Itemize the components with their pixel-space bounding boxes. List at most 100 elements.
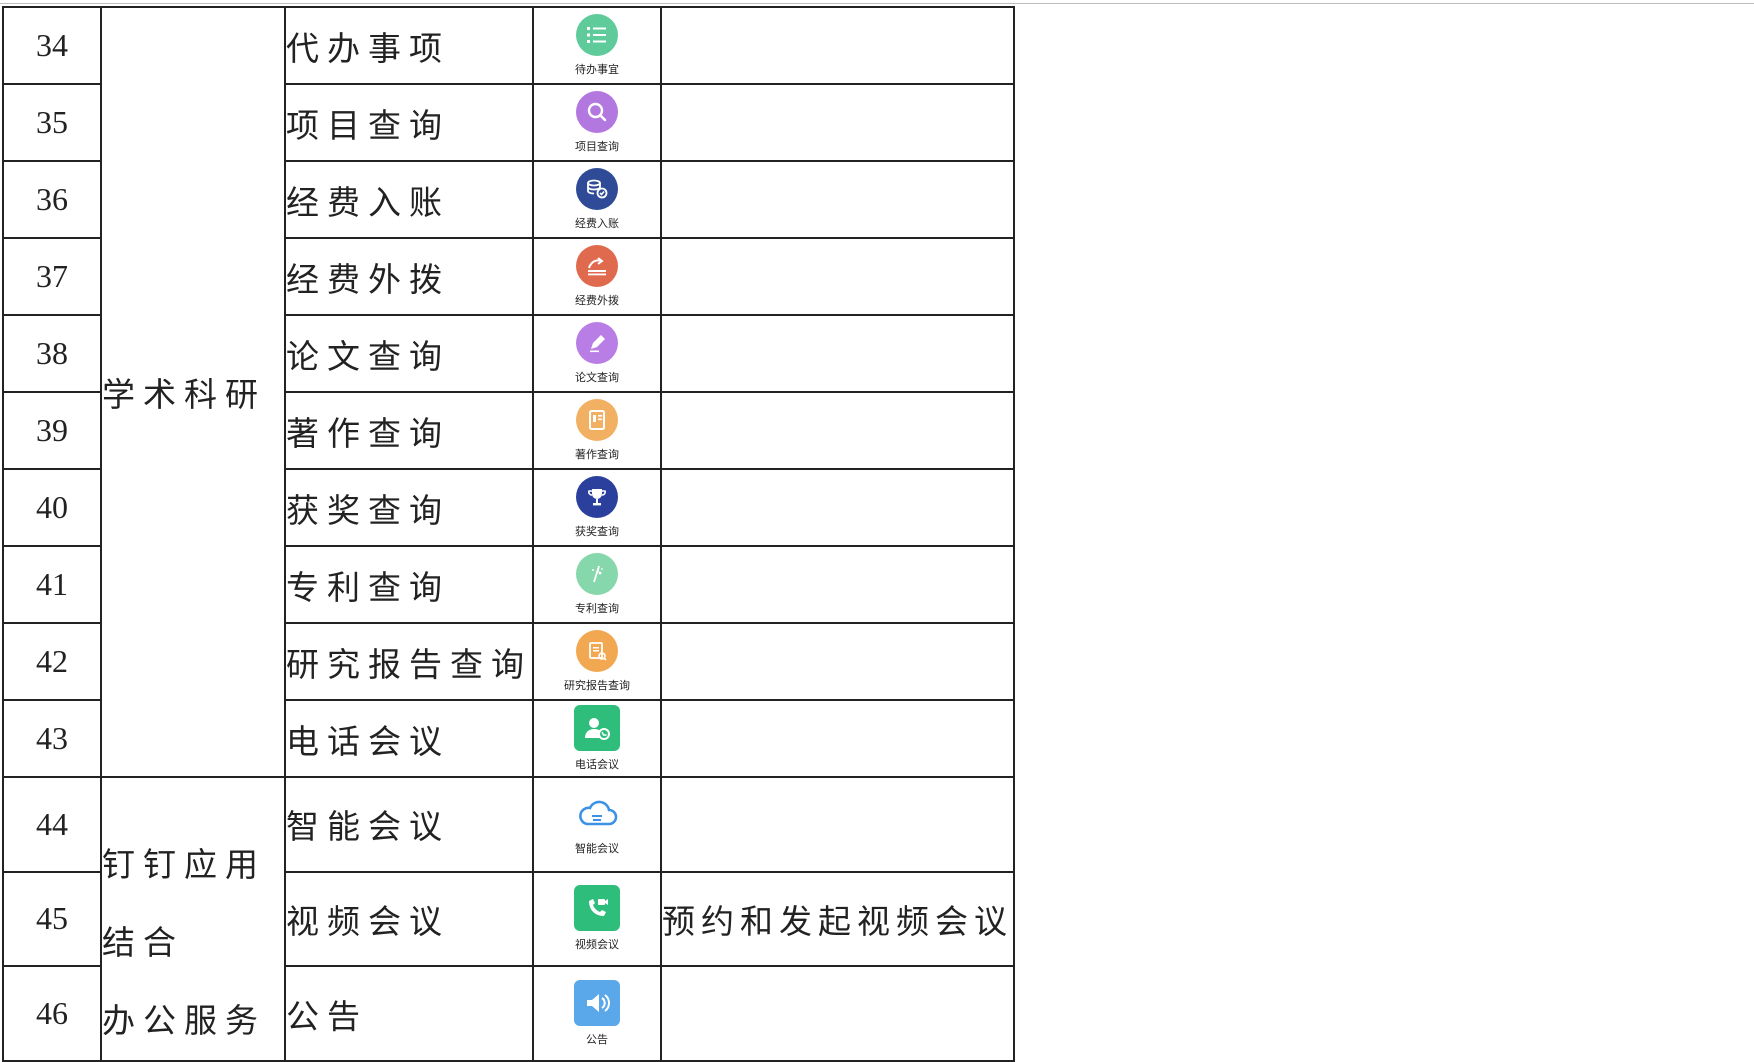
feature-description [660,545,1015,624]
category-line: 办公服务 [102,1001,266,1040]
icon-caption: 待办事宜 [575,63,619,76]
feature-description [660,776,1015,873]
table-row: 44 钉钉应用 结合 办公服务 智能会议 智能会议 [2,776,1015,1062]
app-icon-announcement[interactable]: 公告 [534,980,660,1047]
app-icon-funds-transfer[interactable]: 经费外拨 [534,245,660,308]
icon-caption: 智能会议 [575,841,619,855]
category-line: 结合 [102,923,184,962]
icon-cell: 智能会议 [532,776,662,873]
icon-cell: 经费外拨 [532,237,662,316]
video-call-icon [574,885,620,932]
icon-cell: 获奖查询 [532,468,662,547]
feature-description [660,468,1015,547]
app-icon-award-search[interactable]: 获奖查询 [534,476,660,539]
icon-caption: 经费外拨 [575,294,619,307]
feature-description [660,699,1015,778]
icon-cell: 著作查询 [532,391,662,470]
feature-name: 获奖查询 [284,468,534,547]
feature-name: 视频会议 [284,870,534,968]
icon-caption: 获奖查询 [575,525,619,538]
feature-name: 电话会议 [284,699,534,778]
app-icon-todo[interactable]: 待办事宜 [534,14,660,77]
row-number: 35 [2,83,102,162]
search-icon [576,91,618,133]
feature-name: 经费外拨 [284,237,534,316]
row-number: 45 [2,870,102,968]
feature-description [660,314,1015,393]
transfer-icon [576,245,618,287]
feature-name: 著作查询 [284,391,534,470]
category-line: 钉钉应用 [102,845,266,884]
icon-cell: 公告 [532,965,662,1062]
top-border-line [0,3,1754,4]
app-icon-book-search[interactable]: 著作查询 [534,399,660,462]
table-row: 34 学术科研 代办事项 待办事宜 [2,6,1015,778]
app-icon-paper-search[interactable]: 论文查询 [534,322,660,385]
icon-cell: 待办事宜 [532,6,662,85]
icon-caption: 著作查询 [575,448,619,461]
category-dingtalk: 钉钉应用 结合 办公服务 [100,776,286,1062]
feature-name: 经费入账 [284,160,534,239]
patent-icon [576,553,618,595]
icon-caption: 论文查询 [575,371,619,384]
feature-name: 代办事项 [284,6,534,85]
row-number: 34 [2,6,102,85]
feature-description [660,6,1015,85]
icon-cell: 视频会议 [532,870,662,968]
feature-name: 智能会议 [284,776,534,873]
icon-cell: 经费入账 [532,160,662,239]
row-number: 37 [2,237,102,316]
feature-description [660,83,1015,162]
icon-cell: 专利查询 [532,545,662,624]
feature-name: 论文查询 [284,314,534,393]
feature-description [660,965,1015,1062]
feature-description [660,237,1015,316]
row-number: 41 [2,545,102,624]
row-number: 40 [2,468,102,547]
app-icon-patent-search[interactable]: 专利查询 [534,553,660,616]
icon-caption: 经费入账 [575,217,619,230]
report-icon [576,630,618,672]
row-number: 38 [2,314,102,393]
feature-description: 预约和发起视频会议 [660,870,1015,968]
icon-caption: 公告 [586,1033,608,1047]
icon-cell: 电话会议 [532,699,662,778]
row-number: 44 [2,776,102,873]
feature-name: 研究报告查询 [284,622,534,701]
feature-name: 公告 [284,965,534,1062]
icon-caption: 专利查询 [575,602,619,615]
icon-cell: 论文查询 [532,314,662,393]
icon-cell: 项目查询 [532,83,662,162]
icon-caption: 电话会议 [575,758,619,771]
app-icon-phone-meeting[interactable]: 电话会议 [534,705,660,772]
row-number: 39 [2,391,102,470]
feature-name: 项目查询 [284,83,534,162]
coins-icon [576,168,618,210]
app-icon-project-search[interactable]: 项目查询 [534,91,660,154]
speaker-icon [574,980,620,1027]
feature-table: 34 学术科研 代办事项 待办事宜 35 项目查询 项目查询 36 经费入账 经… [2,6,1015,1062]
cloud-icon [572,793,622,835]
app-icon-video-meeting[interactable]: 视频会议 [534,885,660,952]
icon-cell: 研究报告查询 [532,622,662,701]
phone-contact-icon [574,705,620,751]
category-academic: 学术科研 [100,6,286,778]
feature-name: 专利查询 [284,545,534,624]
pen-icon [576,322,618,364]
app-icon-funds-income[interactable]: 经费入账 [534,168,660,231]
feature-description [660,622,1015,701]
icon-caption: 视频会议 [575,938,619,952]
book-icon [576,399,618,441]
row-number: 43 [2,699,102,778]
row-number: 46 [2,965,102,1062]
app-icon-report-search[interactable]: 研究报告查询 [534,630,660,693]
row-number: 42 [2,622,102,701]
feature-description [660,391,1015,470]
row-number: 36 [2,160,102,239]
icon-caption: 研究报告查询 [564,679,630,692]
feature-description [660,160,1015,239]
icon-caption: 项目查询 [575,140,619,153]
app-icon-smart-meeting[interactable]: 智能会议 [534,793,660,856]
trophy-icon [576,476,618,518]
todo-list-icon [576,14,618,56]
